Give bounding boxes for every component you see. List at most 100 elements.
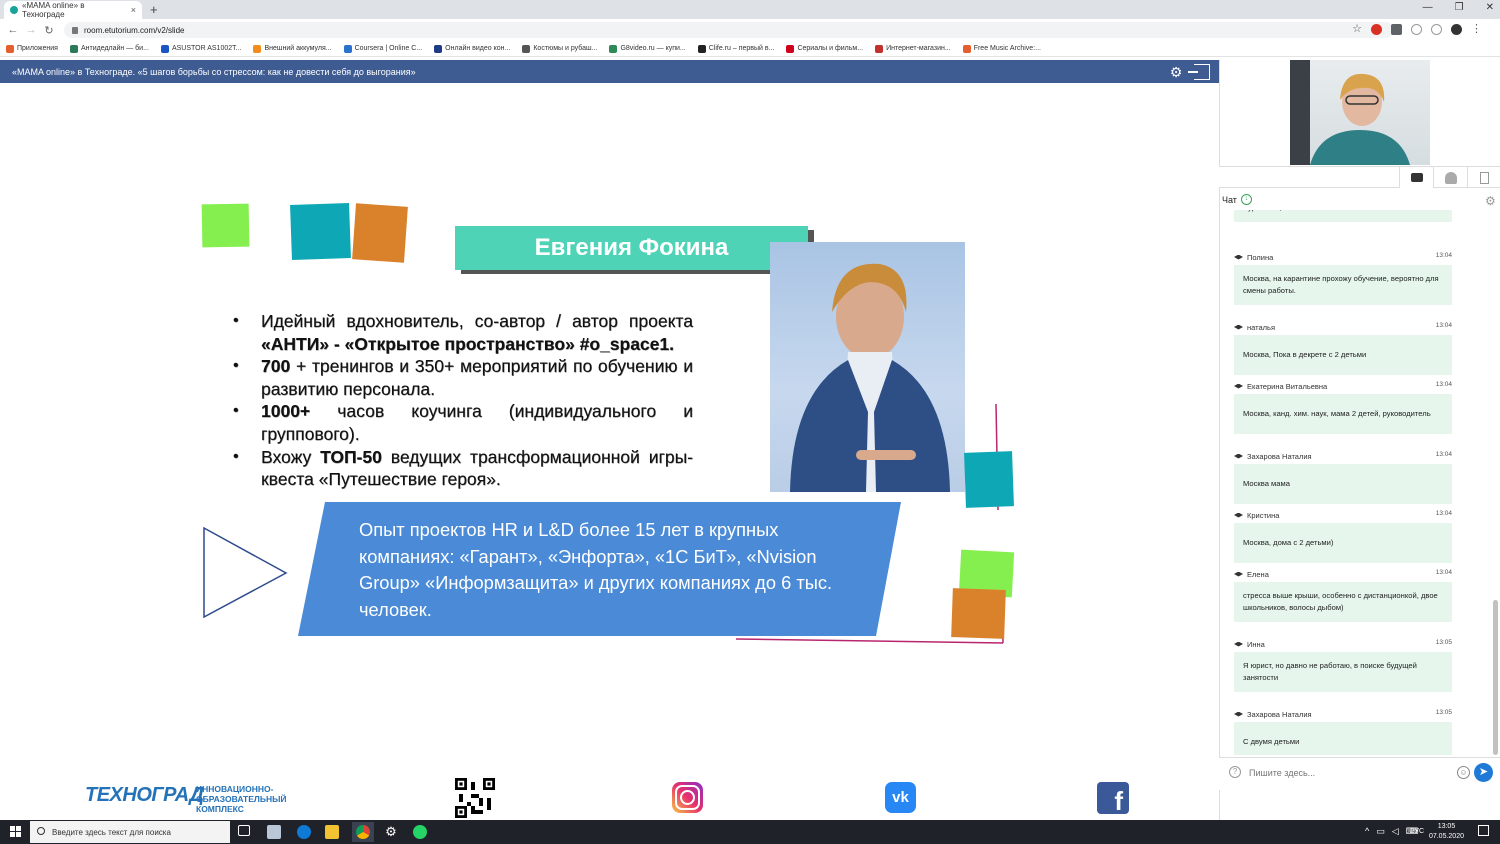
- chat-author: наталья: [1234, 322, 1275, 332]
- settings-taskbar-gear-icon[interactable]: ⚙: [384, 825, 398, 839]
- chat-message: Кристина 13:04 Москва, дома с 2 детьми): [1234, 510, 1452, 563]
- qr-code: [455, 778, 495, 818]
- student-cap-icon: [1234, 641, 1243, 647]
- chat-bubble: Москва мама: [1234, 464, 1452, 504]
- input-language[interactable]: РУС: [1410, 828, 1424, 835]
- menu-dots-icon[interactable]: ⋮: [1471, 24, 1482, 35]
- notification-center-icon[interactable]: [1478, 825, 1489, 836]
- restore-button[interactable]: ❐: [1455, 2, 1464, 13]
- taskbar-search-placeholder: Введите здесь текст для поиска: [52, 827, 171, 837]
- chat-time: 13:05: [1435, 709, 1452, 716]
- student-cap-icon: [1234, 711, 1243, 717]
- help-icon[interactable]: ?: [1229, 766, 1241, 778]
- slide-decor-lines: [203, 403, 1004, 644]
- student-cap-icon: [1234, 512, 1243, 518]
- document-icon: [1480, 171, 1489, 184]
- chat-message-header: Елена 13:04: [1234, 569, 1452, 579]
- system-clock[interactable]: 13:05 07.05.2020: [1429, 822, 1464, 842]
- extension-red-icon[interactable]: [1371, 24, 1382, 35]
- network-icon[interactable]: ▭: [1376, 826, 1385, 837]
- panel-tabs: [1219, 166, 1500, 188]
- chat-message-header: Кристина 13:04: [1234, 510, 1452, 520]
- task-view-icon[interactable]: [238, 825, 250, 836]
- chat-message: Екатерина Витальевна 13:04 Москва, канд. х…: [1234, 381, 1452, 434]
- extension-circle-icon[interactable]: [1431, 24, 1442, 35]
- chat-message: Елена 13:04 стресса выше крыши, особенно с…: [1234, 569, 1452, 622]
- vk-icon[interactable]: vk: [885, 782, 916, 813]
- search-icon: [37, 827, 45, 835]
- presenter-video-illustration: [1290, 60, 1410, 165]
- close-window-button[interactable]: ✕: [1486, 2, 1494, 13]
- experience-text: Опыт проектов HR и L&D более 15 лет в кр…: [359, 519, 833, 620]
- chat-time: 13:04: [1435, 322, 1452, 329]
- chat-time: 13:04: [1435, 569, 1452, 576]
- windows-start-icon[interactable]: [10, 826, 21, 837]
- person-icon: [1444, 171, 1457, 184]
- download-chat-icon[interactable]: ↓: [1240, 194, 1252, 205]
- chat-message: Захарова Наталия 13:04 Москва мама: [1234, 451, 1452, 504]
- minimize-button[interactable]: —: [1423, 2, 1433, 13]
- volume-icon[interactable]: ◁: [1392, 826, 1399, 837]
- chat-author-name: наталья: [1247, 322, 1276, 332]
- extension-blocked-icon[interactable]: [1411, 24, 1422, 35]
- chat-header: Чат ↓: [1222, 194, 1252, 205]
- chat-author-name: Полина: [1247, 252, 1274, 262]
- window-controls: — ❐ ✕: [1423, 2, 1494, 13]
- student-cap-icon: [1234, 383, 1243, 389]
- tab-participants[interactable]: [1433, 167, 1467, 188]
- folder-icon[interactable]: [325, 825, 339, 839]
- chat-message: журналист, Рг. Москв: [1234, 210, 1452, 222]
- file-explorer-computer-icon[interactable]: [267, 825, 281, 839]
- chat-bubble: Москва, канд. хим. наук, мама 2 детей, р…: [1234, 394, 1452, 434]
- chat-author-name: Кристина: [1247, 510, 1280, 520]
- chat-message-list: журналист, Рг. Москв Полина 13:04 Москва, н…: [1226, 210, 1488, 755]
- chat-author: Полина: [1234, 252, 1273, 262]
- taskbar-search[interactable]: Введите здесь текст для поиска: [30, 821, 230, 843]
- chat-time: 13:04: [1435, 510, 1452, 517]
- chat-scrollbar[interactable]: [1493, 600, 1498, 755]
- whatsapp-icon[interactable]: [413, 825, 427, 839]
- technograd-logo: ТЕХНОГРАД: [85, 784, 204, 806]
- tab-chat[interactable]: [1399, 167, 1433, 188]
- chat-message-input[interactable]: [1249, 764, 1449, 782]
- instagram-icon[interactable]: [672, 782, 703, 813]
- tray-chevron-up-icon[interactable]: ^: [1365, 826, 1369, 837]
- chat-time: 13:04: [1435, 252, 1452, 259]
- decor-square-cyan-right: [964, 451, 1014, 508]
- chat-author-name: Захарова Наталия: [1247, 451, 1312, 461]
- decor-square-orange-right: [951, 588, 1006, 639]
- student-cap-icon: [1234, 453, 1243, 459]
- chat-message-header: Захарова Наталия 13:04: [1234, 451, 1452, 461]
- chat-author: Инна: [1234, 639, 1265, 649]
- chat-author-name: Елена: [1247, 569, 1269, 579]
- bookmark-star-icon[interactable]: ☆: [1352, 24, 1362, 35]
- chat-bubble: Москва, дома с 2 детьми): [1234, 523, 1452, 563]
- profile-avatar[interactable]: [1451, 24, 1462, 35]
- chat-message: Инна 13:05 Я юрист, но давно не работаю, в…: [1234, 639, 1452, 692]
- chat-bubble: Я юрист, но давно не работаю, в поиске б…: [1234, 652, 1452, 692]
- chat-label: Чат: [1222, 194, 1237, 205]
- extension-grey-icon[interactable]: [1391, 24, 1402, 35]
- chat-bubble-icon: [1410, 173, 1423, 182]
- chat-settings-gear-icon[interactable]: ⚙: [1485, 194, 1496, 208]
- chat-message-header: Захарова Наталия 13:05: [1234, 709, 1452, 719]
- chat-message: Захарова Наталия 13:05 С двумя детьми: [1234, 709, 1452, 755]
- chat-time: 13:04: [1435, 451, 1452, 458]
- presenter-video: [1290, 60, 1430, 165]
- chat-message-header: Екатерина Витальевна 13:04: [1234, 381, 1452, 391]
- student-cap-icon: [1234, 571, 1243, 577]
- chat-author-name: Екатерина Витальевна: [1247, 381, 1328, 391]
- chrome-icon[interactable]: [356, 825, 370, 839]
- facebook-icon[interactable]: f: [1097, 782, 1129, 816]
- chat-message-header: Полина 13:04: [1234, 252, 1452, 262]
- clock-date: 07.05.2020: [1428, 833, 1464, 840]
- technograd-logo-subtitle: ИННОВАЦИОННО- ОБРАЗОВАТЕЛЬНЫЙ КОМПЛЕКС: [196, 784, 287, 814]
- chat-message: Полина 13:04 Москва, на карантине прохожу …: [1234, 252, 1452, 305]
- emoji-icon[interactable]: ☺: [1457, 766, 1470, 779]
- play-triangle-icon: [203, 526, 288, 619]
- chat-time: 13:04: [1435, 381, 1452, 388]
- chat-bubble: С двумя детьми: [1234, 722, 1452, 755]
- send-message-button[interactable]: ➤: [1474, 763, 1493, 782]
- edge-icon[interactable]: [297, 825, 311, 839]
- tab-files[interactable]: [1467, 167, 1500, 188]
